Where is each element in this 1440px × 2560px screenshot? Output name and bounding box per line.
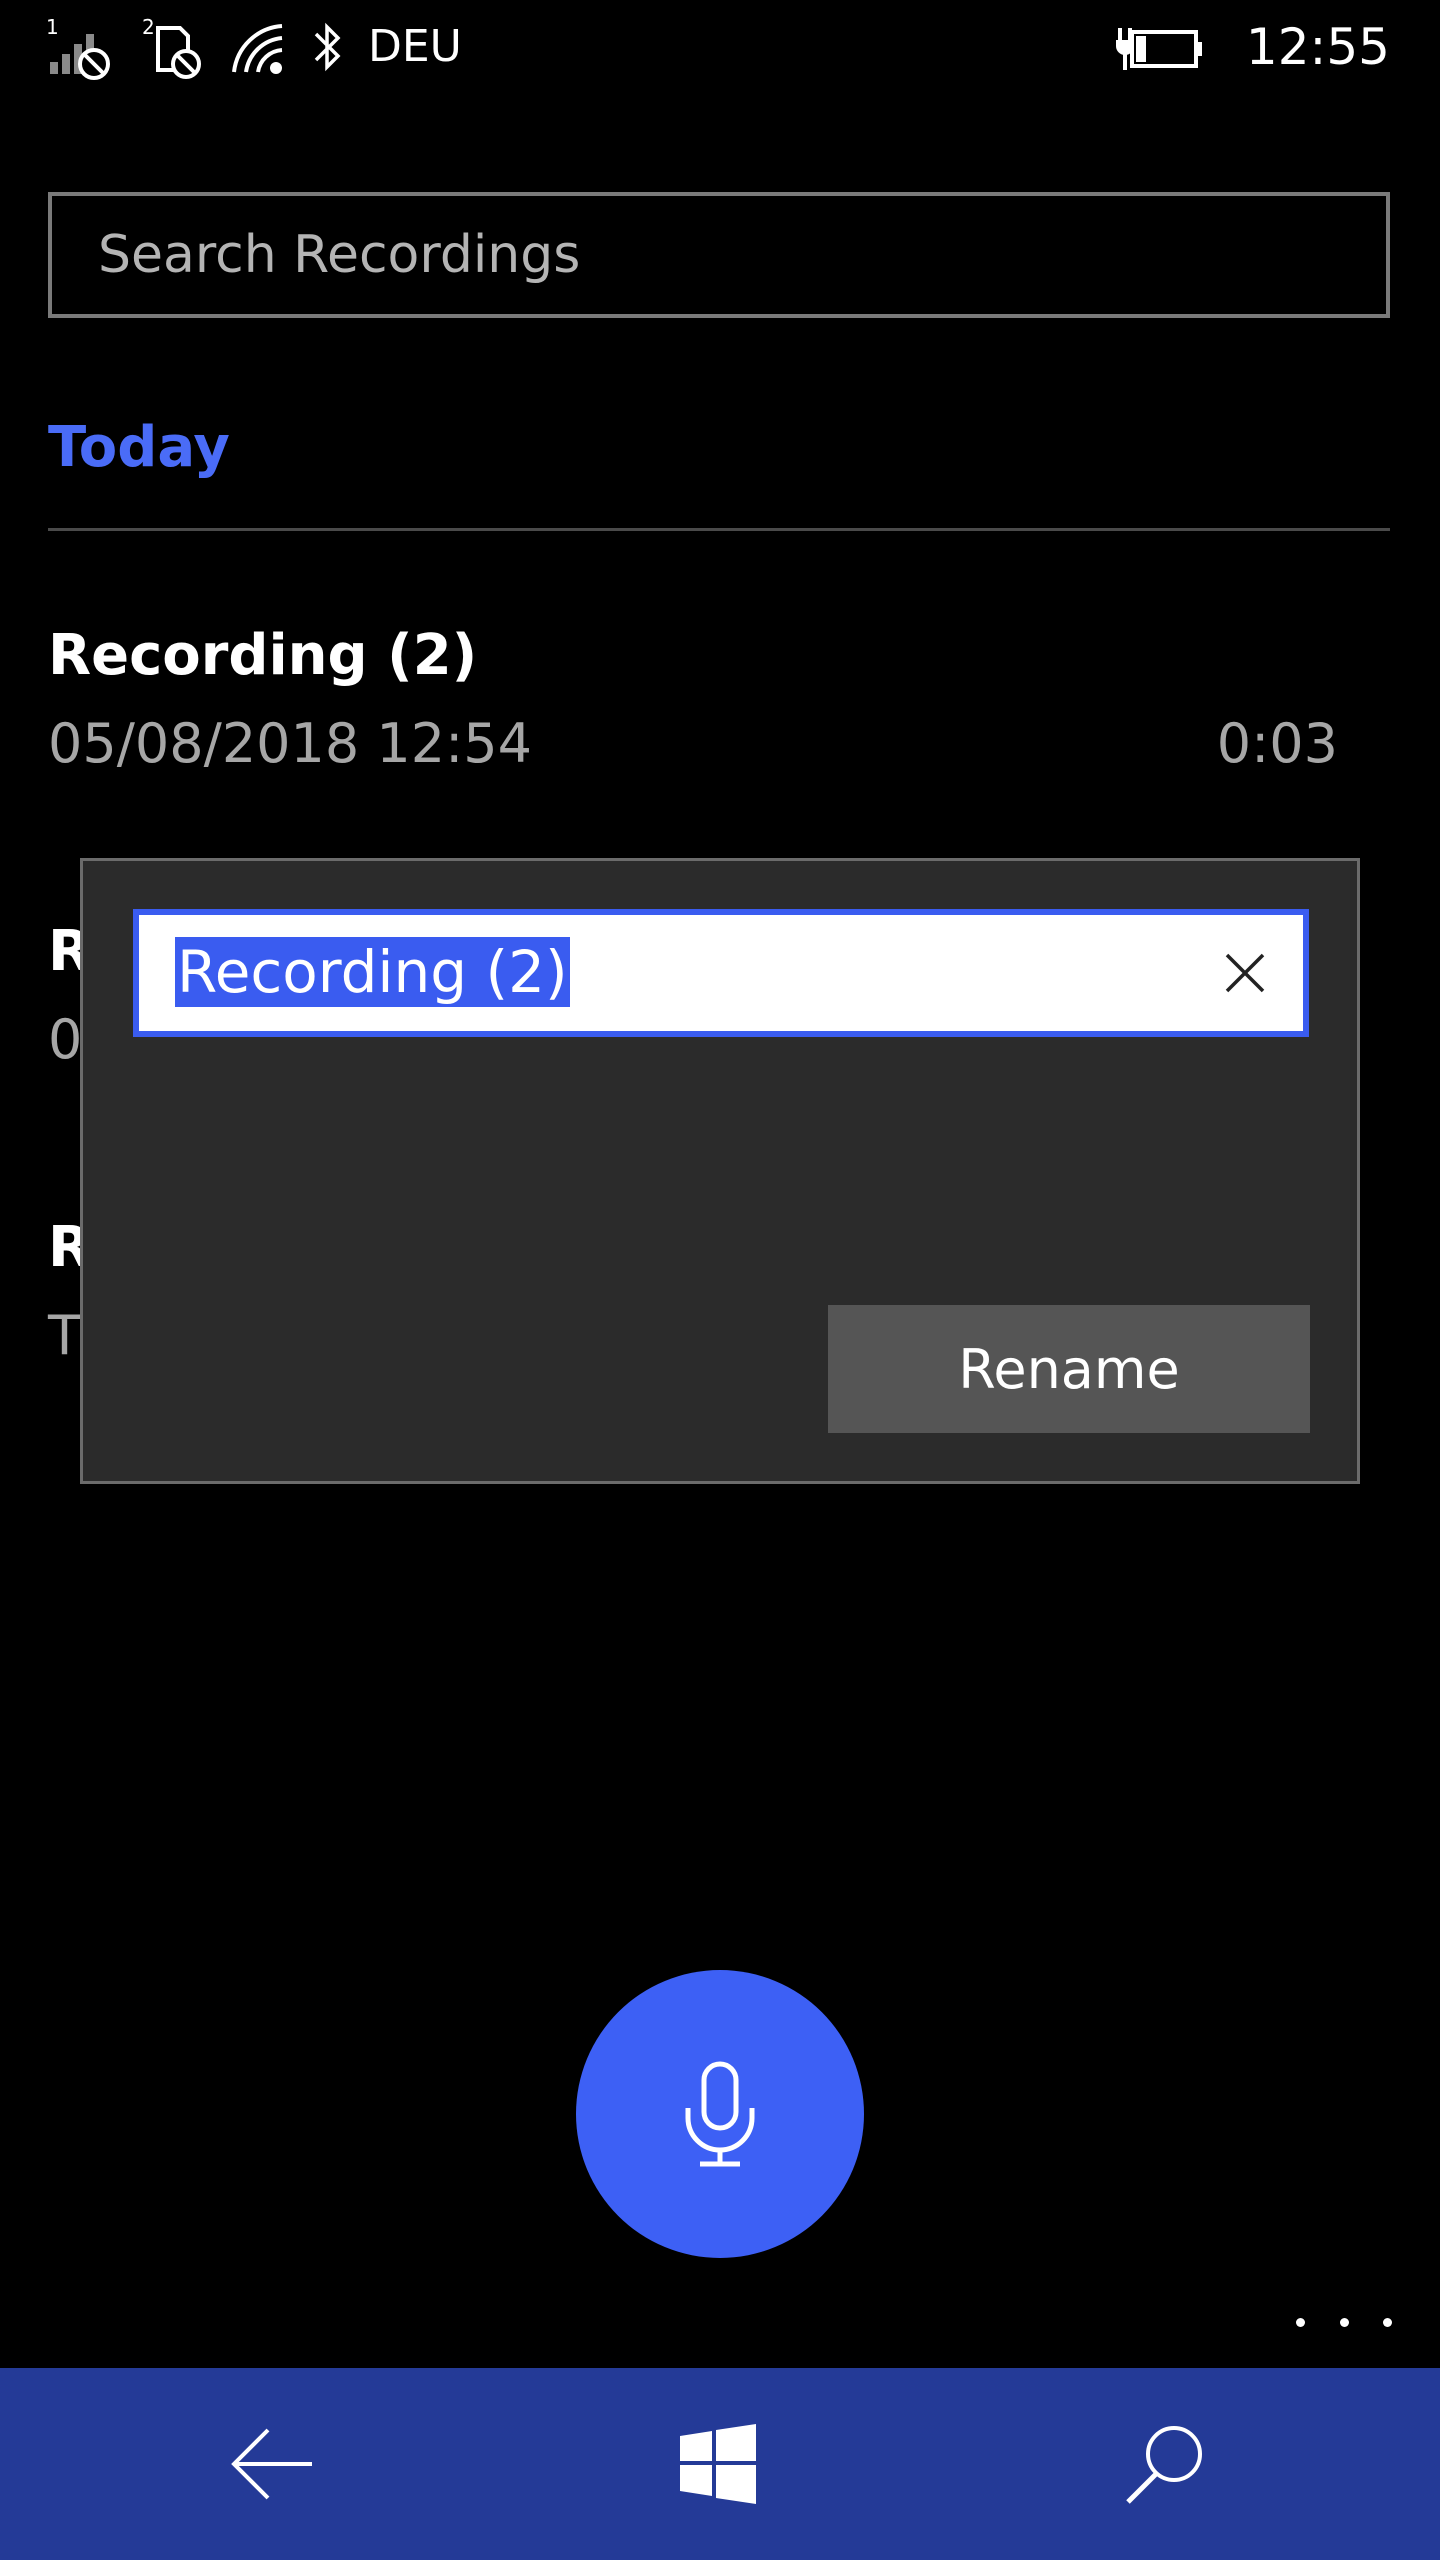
more-dot <box>1296 2317 1305 2327</box>
more-dot <box>1339 2317 1349 2327</box>
sim2-label: 2 <box>142 15 155 39</box>
recording-date: 05/08/2018 12:54 <box>48 712 533 775</box>
group-divider <box>48 528 1390 531</box>
back-button[interactable] <box>222 2414 322 2514</box>
group-header-today[interactable]: Today <box>48 420 230 476</box>
navigation-bar <box>0 2368 1440 2560</box>
bluetooth-icon <box>314 22 341 72</box>
microphone-icon <box>685 2061 755 2167</box>
search-box[interactable] <box>48 192 1390 318</box>
battery-charging-icon <box>1115 28 1202 70</box>
sim1-label: 1 <box>46 15 59 39</box>
clear-text-button[interactable] <box>1209 937 1281 1009</box>
rename-button[interactable]: Rename <box>828 1305 1310 1433</box>
search-button[interactable] <box>1116 2414 1216 2514</box>
close-icon <box>1225 953 1265 993</box>
clock: 12:55 <box>1245 18 1390 76</box>
recording-date: 0 <box>48 1008 83 1071</box>
back-arrow-icon <box>231 2428 312 2500</box>
status-bar: 1 2 DEU 12:55 <box>0 0 1440 96</box>
rename-input[interactable]: Recording (2) <box>133 909 1309 1037</box>
search-icon <box>1126 2426 1202 2504</box>
wifi-icon <box>232 24 283 74</box>
recording-item[interactable]: Recording (2) 05/08/2018 12:54 0:03 <box>48 622 1338 775</box>
recording-duration: 0:03 <box>1216 712 1338 775</box>
windows-start-icon <box>680 2424 756 2504</box>
status-bar-right: 12:55 <box>1114 14 1390 80</box>
carrier-label: DEU <box>368 21 462 72</box>
recording-date: T <box>48 1304 81 1367</box>
record-button[interactable] <box>576 1970 864 2258</box>
signal-no-service-icon: 1 <box>46 15 110 80</box>
rename-dialog: Recording (2) Rename <box>80 858 1360 1484</box>
start-button[interactable] <box>668 2414 768 2514</box>
recording-title: Recording (2) <box>48 623 478 688</box>
sim2-no-service-icon: 2 <box>142 15 201 79</box>
search-input[interactable] <box>52 196 1386 314</box>
more-dots-icon[interactable] <box>1296 2300 1392 2344</box>
more-dot <box>1383 2317 1392 2327</box>
status-bar-left: 1 2 DEU <box>44 14 462 80</box>
rename-input-value-selected[interactable]: Recording (2) <box>175 937 570 1007</box>
